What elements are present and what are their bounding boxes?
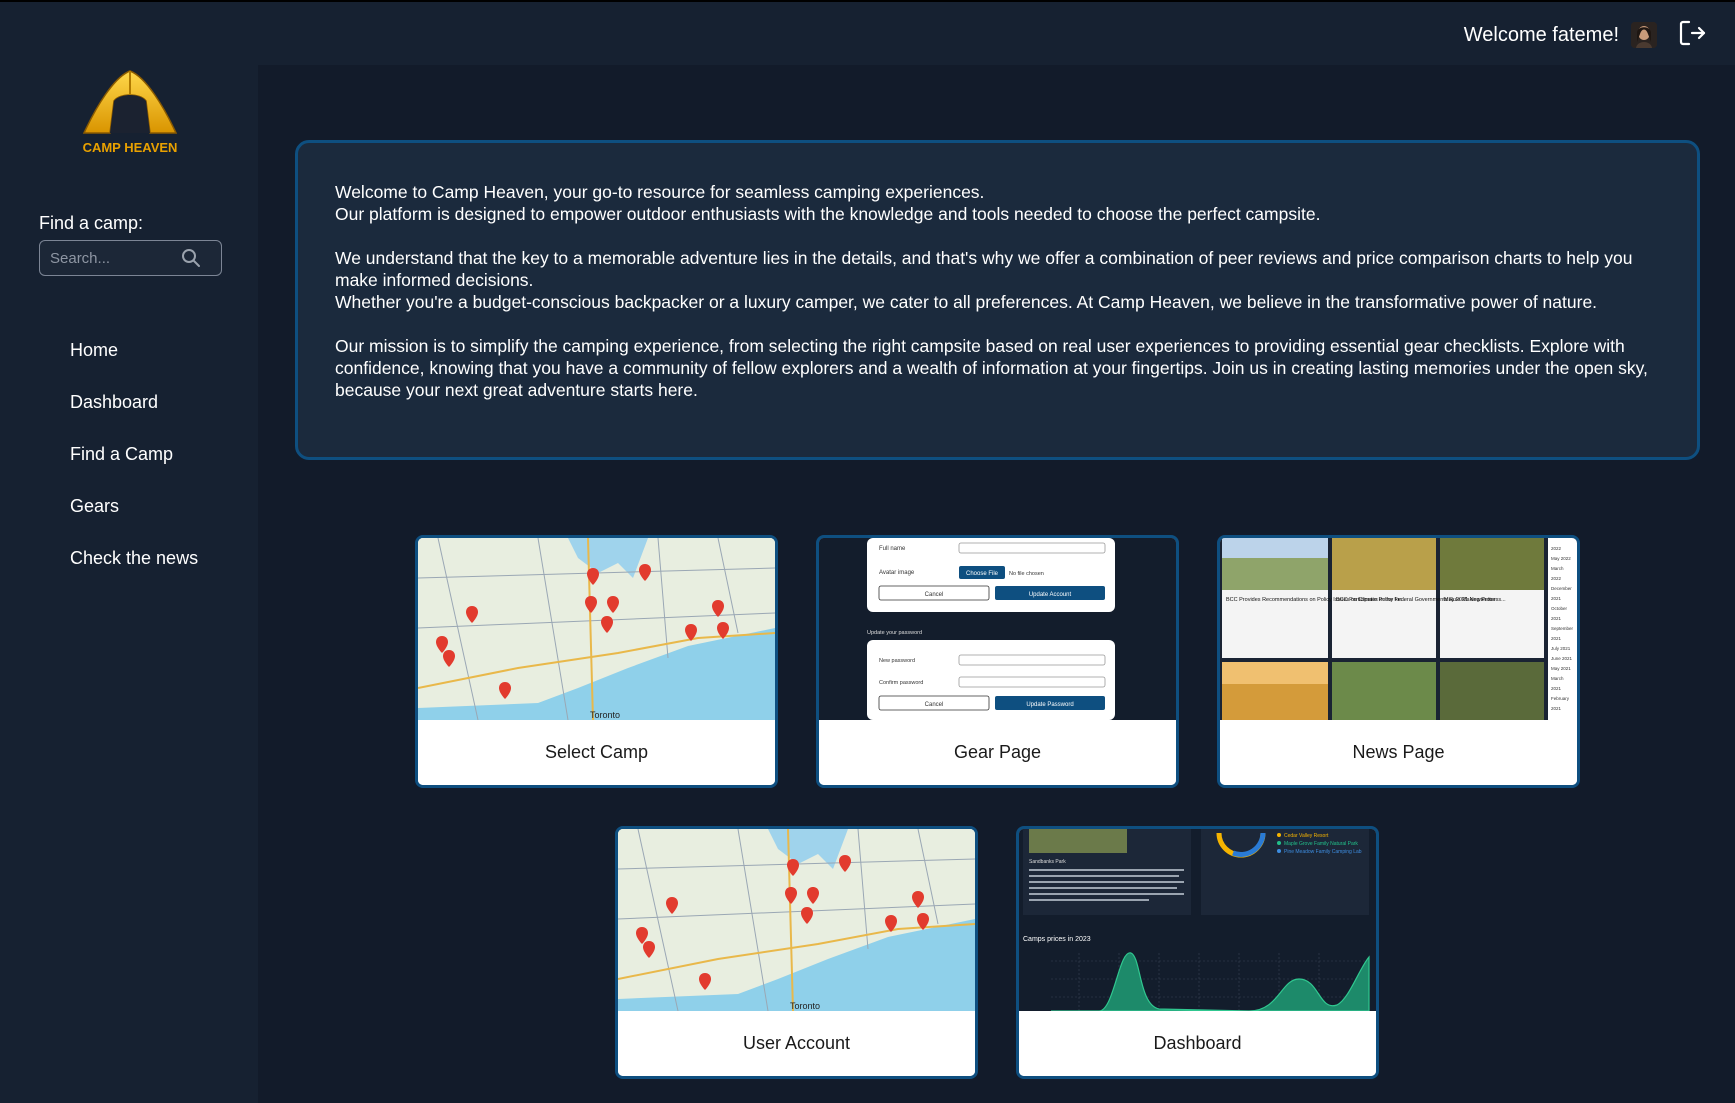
card-label: News Page (1220, 720, 1577, 785)
camp-heaven-logo[interactable]: CAMP HEAVEN (74, 67, 186, 159)
svg-text:Toronto: Toronto (590, 710, 620, 720)
card-select-camp[interactable]: Toronto Select Camp (415, 535, 778, 788)
svg-text:Toronto: Toronto (790, 1001, 820, 1011)
intro-paragraph-1: Welcome to Camp Heaven, your go-to resou… (335, 181, 1661, 225)
news-page-thumbnail: BCC Provides Recommendations on Policy I… (1220, 538, 1577, 720)
intro-line: Whether you're a budget-conscious backpa… (335, 292, 1598, 312)
svg-text:March: March (1551, 566, 1564, 571)
svg-text:Cancel: Cancel (925, 702, 944, 708)
gear-page-thumbnail: Full name Avatar image Choose File No fi… (819, 538, 1176, 720)
svg-text:Avatar image: Avatar image (879, 570, 915, 576)
intro-line: Our mission is to simplify the camping e… (335, 336, 1648, 400)
sidebar: CAMP HEAVEN Find a camp: Home Dashboard … (0, 65, 258, 1103)
sidebar-nav: Home Dashboard Find a Camp Gears Check t… (70, 340, 198, 600)
intro-paragraph-3: Our mission is to simplify the camping e… (335, 335, 1661, 401)
svg-text:October: October (1551, 606, 1568, 611)
card-user-account[interactable]: Toronto User Account (615, 826, 978, 1079)
svg-text:Update Password: Update Password (1026, 702, 1073, 708)
svg-text:2021: 2021 (1551, 596, 1562, 601)
svg-text:New password: New password (879, 658, 915, 664)
svg-text:2021: 2021 (1551, 706, 1562, 711)
intro-line: Our platform is designed to empower outd… (335, 204, 1321, 224)
svg-text:Cedar Valley Resort: Cedar Valley Resort (1284, 833, 1329, 839)
svg-text:February: February (1551, 696, 1570, 701)
avatar[interactable] (1631, 22, 1657, 48)
card-dashboard[interactable]: Sandbanks Park Cedar Valley Resort Maple… (1016, 826, 1379, 1079)
svg-text:Pine Meadow Family Camping Lab: Pine Meadow Family Camping Lab (1284, 849, 1362, 855)
card-label: Gear Page (819, 720, 1176, 785)
svg-text:2021: 2021 (1551, 636, 1562, 641)
svg-text:May 2022: May 2022 (1551, 556, 1571, 561)
nav-find-a-camp[interactable]: Find a Camp (70, 444, 198, 496)
svg-text:Sandbanks Park: Sandbanks Park (1029, 859, 1066, 865)
card-news-page[interactable]: BCC Provides Recommendations on Policy I… (1217, 535, 1580, 788)
nav-dashboard[interactable]: Dashboard (70, 392, 198, 444)
svg-text:December: December (1551, 586, 1572, 591)
svg-text:No file chosen: No file chosen (1009, 571, 1044, 577)
nav-home[interactable]: Home (70, 340, 198, 392)
svg-text:Confirm password: Confirm password (879, 680, 923, 686)
find-camp-label: Find a camp: (39, 213, 144, 233)
intro-panel: Welcome to Camp Heaven, your go-to resou… (295, 140, 1700, 460)
svg-text:Full name: Full name (879, 546, 906, 552)
card-label: Select Camp (418, 720, 775, 785)
logout-icon[interactable] (1677, 18, 1707, 48)
map-thumbnail: Toronto (418, 538, 775, 720)
intro-line: We understand that the key to a memorabl… (335, 248, 1633, 290)
svg-text:Choose File: Choose File (966, 571, 999, 577)
map-thumbnail: Toronto (618, 829, 975, 1011)
svg-text:September: September (1551, 626, 1574, 631)
search-icon[interactable] (181, 248, 201, 268)
svg-text:2022: 2022 (1551, 546, 1562, 551)
svg-text:Update your password: Update your password (867, 630, 922, 636)
nav-check-the-news[interactable]: Check the news (70, 548, 198, 600)
search-input[interactable] (50, 241, 180, 275)
svg-text:July 2021: July 2021 (1551, 646, 1571, 651)
card-gear-page[interactable]: Full name Avatar image Choose File No fi… (816, 535, 1179, 788)
intro-paragraph-2: We understand that the key to a memorabl… (335, 247, 1661, 313)
svg-text:June 2021: June 2021 (1551, 656, 1573, 661)
svg-text:May 2021 Newsletter: May 2021 Newsletter (1444, 597, 1496, 603)
card-label: Dashboard (1019, 1011, 1376, 1076)
svg-text:2021: 2021 (1551, 616, 1562, 621)
svg-text:March: March (1551, 676, 1564, 681)
svg-text:2021: 2021 (1551, 686, 1562, 691)
svg-text:CAMP HEAVEN: CAMP HEAVEN (83, 140, 178, 155)
search-box[interactable] (39, 240, 222, 276)
svg-text:Update Account: Update Account (1029, 592, 1072, 598)
top-bar: Welcome fateme! (0, 0, 1735, 65)
dashboard-thumbnail: Sandbanks Park Cedar Valley Resort Maple… (1019, 829, 1376, 1011)
svg-text:2022: 2022 (1551, 576, 1562, 581)
svg-text:May 2021: May 2021 (1551, 666, 1571, 671)
svg-text:Maple Grove Family Natural Par: Maple Grove Family Natural Park (1284, 841, 1358, 847)
card-label: User Account (618, 1011, 975, 1076)
nav-gears[interactable]: Gears (70, 496, 198, 548)
welcome-text: Welcome fateme! (1463, 24, 1619, 46)
svg-text:Camps prices in 2023: Camps prices in 2023 (1023, 936, 1091, 943)
svg-text:Cancel: Cancel (925, 592, 944, 598)
intro-line: Welcome to Camp Heaven, your go-to resou… (335, 182, 985, 202)
